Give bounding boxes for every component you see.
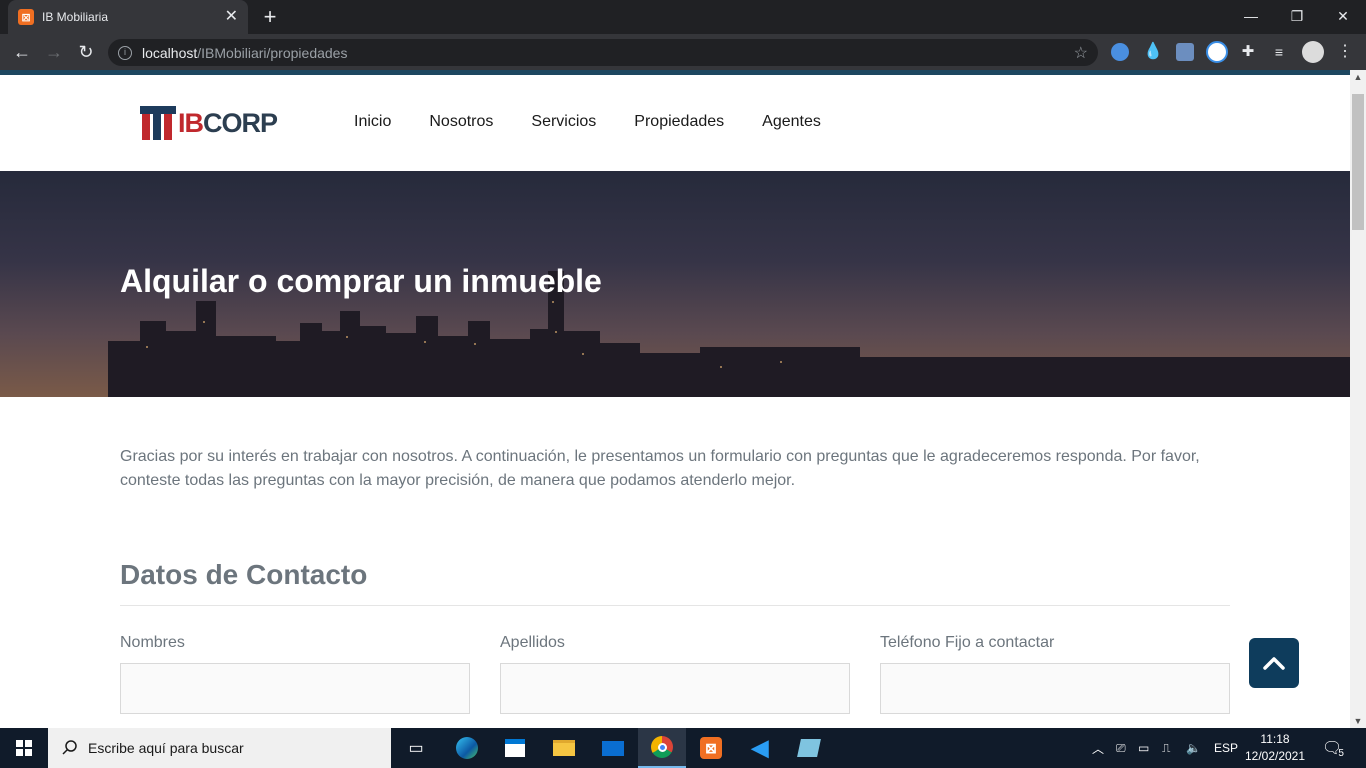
new-tab-button[interactable]: + (258, 6, 282, 28)
chevron-up-icon (1263, 657, 1285, 670)
network-icon[interactable]: ⎍ (1162, 728, 1170, 768)
telefono-label: Teléfono Fijo a contactar (880, 634, 1055, 651)
notification-count: 5 (1338, 747, 1344, 759)
browser-toolbar: ← → ↻ i localhost /IBMobiliari/propiedad… (0, 34, 1366, 70)
task-view-icon[interactable]: ▭ (392, 728, 440, 768)
nav-inicio[interactable]: Inicio (354, 113, 391, 131)
back-button[interactable]: ← (10, 40, 34, 64)
media-queue-icon[interactable]: ≡ (1270, 43, 1288, 61)
scrollbar-thumb[interactable] (1352, 94, 1364, 230)
scroll-up-arrow-icon[interactable]: ▲ (1350, 72, 1366, 82)
edge-icon[interactable] (443, 728, 491, 768)
extension-drop-icon[interactable]: 💧 (1143, 43, 1163, 61)
nav-servicios[interactable]: Servicios (531, 113, 596, 131)
tab-close-icon[interactable]: ✕ (225, 9, 238, 25)
windows-taskbar: Escribe aquí para buscar ▭ ⊠ ◀ ︿ ⎚ ▭ ⎍ 🔈… (0, 728, 1366, 768)
meet-now-icon[interactable]: ⎚ (1116, 728, 1126, 768)
site-info-icon[interactable]: i (118, 45, 132, 60)
hero-banner: Alquilar o comprar un inmueble (0, 171, 1350, 397)
site-logo[interactable]: IBCORP (140, 103, 300, 143)
notification-center[interactable]: 🗨 5 (1322, 728, 1344, 768)
section-title: Datos de Contacto (120, 559, 368, 590)
intro-paragraph: Gracias por su interés en trabajar con n… (120, 448, 1200, 489)
vscode-icon[interactable]: ◀ (736, 728, 784, 768)
nombres-field: Nombres (120, 634, 470, 714)
chrome-icon[interactable] (638, 728, 686, 768)
logo-wordmark: IBCORP (178, 107, 278, 138)
url-path: /IBMobiliari/propiedades (197, 44, 348, 61)
browser-titlebar: ⊠ IB Mobiliaria ✕ + — ❐ ✕ (0, 0, 1366, 34)
scroll-to-top-button[interactable] (1249, 638, 1299, 688)
browser-tab[interactable]: ⊠ IB Mobiliaria ✕ (8, 0, 248, 34)
close-window-button[interactable]: ✕ (1320, 4, 1366, 28)
nombres-input[interactable] (120, 663, 470, 714)
web-page: IBCORP Inicio Nosotros Servicios Propied… (0, 75, 1350, 727)
extension-translate-icon[interactable] (1176, 43, 1194, 61)
windows-logo-icon (16, 740, 32, 756)
minimize-button[interactable]: — (1228, 4, 1274, 28)
apellidos-field: Apellidos (500, 634, 850, 714)
battery-icon[interactable]: ▭ (1138, 728, 1149, 768)
xampp-icon: ⊠ (18, 9, 34, 25)
telefono-field: Teléfono Fijo a contactar (880, 634, 1230, 714)
show-hidden-icons[interactable]: ︿ (1092, 728, 1104, 768)
page-scrollbar[interactable]: ▲ ▼ (1350, 70, 1366, 728)
browser-menu-icon[interactable]: ⋮ (1336, 43, 1354, 61)
apellidos-input[interactable] (500, 663, 850, 714)
nav-nosotros[interactable]: Nosotros (429, 113, 493, 131)
extension-search-icon[interactable] (1111, 43, 1129, 61)
extensions-puzzle-icon[interactable]: ✚ (1239, 43, 1257, 61)
notepad-icon[interactable] (785, 728, 833, 768)
nombres-label: Nombres (120, 634, 185, 651)
apellidos-label: Apellidos (500, 634, 565, 651)
store-icon[interactable] (491, 728, 539, 768)
profile-avatar[interactable] (1302, 41, 1324, 63)
search-icon (62, 740, 77, 755)
url-host: localhost (142, 44, 198, 61)
reload-button[interactable]: ↻ (74, 40, 98, 64)
mail-icon[interactable] (589, 728, 637, 768)
clock-date: 12/02/2021 (1244, 749, 1306, 763)
language-indicator[interactable]: ESP (1214, 728, 1238, 768)
nav-propiedades[interactable]: Propiedades (634, 113, 724, 131)
bookmark-star-icon[interactable]: ☆ (1074, 43, 1088, 63)
main-nav: Inicio Nosotros Servicios Propiedades Ag… (354, 113, 821, 131)
clock-time: 11:18 (1260, 732, 1290, 746)
address-bar[interactable]: i localhost /IBMobiliari/propiedades ☆ (108, 39, 1098, 66)
ibcorp-logo-icon (140, 106, 176, 140)
site-header: IBCORP Inicio Nosotros Servicios Propied… (0, 75, 1350, 171)
telefono-input[interactable] (880, 663, 1230, 714)
taskbar-clock[interactable]: 11:18 12/02/2021 (1240, 731, 1310, 765)
hero-title: Alquilar o comprar un inmueble (120, 263, 602, 299)
volume-icon[interactable]: 🔈 (1186, 728, 1201, 768)
xampp-icon[interactable]: ⊠ (687, 728, 735, 768)
forward-button[interactable]: → (42, 40, 66, 64)
scroll-down-arrow-icon[interactable]: ▼ (1350, 716, 1366, 726)
extension-compass-icon[interactable] (1206, 41, 1228, 63)
file-explorer-icon[interactable] (540, 728, 588, 768)
tab-title: IB Mobiliaria (42, 10, 109, 24)
restore-button[interactable]: ❐ (1274, 4, 1320, 28)
search-placeholder: Escribe aquí para buscar (88, 740, 244, 756)
nav-agentes[interactable]: Agentes (762, 113, 821, 131)
taskbar-search-box[interactable]: Escribe aquí para buscar (48, 728, 391, 768)
start-button[interactable] (0, 728, 48, 768)
section-divider (120, 605, 1230, 606)
